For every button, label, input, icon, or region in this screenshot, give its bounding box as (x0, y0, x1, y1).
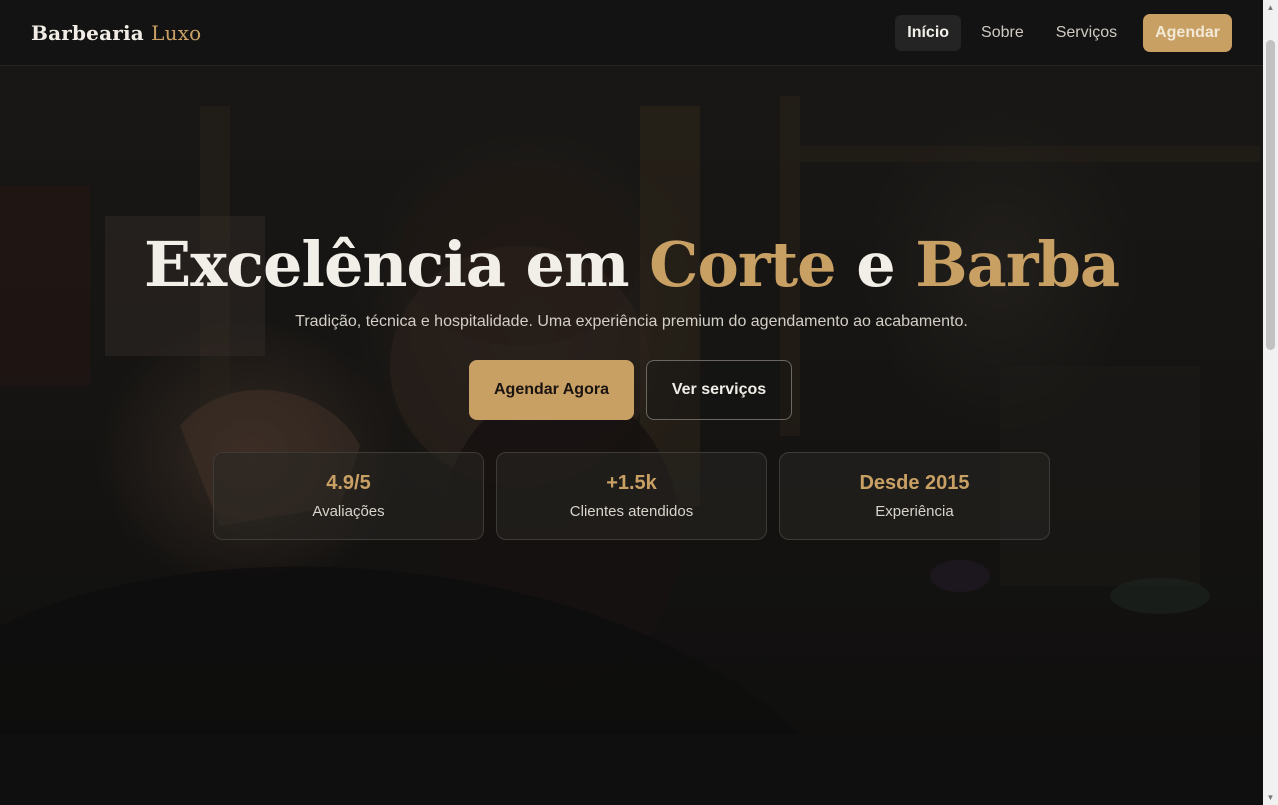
scroll-up-arrow-icon[interactable]: ▲ (1263, 0, 1278, 15)
hero-section: Excelência em Corte e Barba Tradição, té… (0, 66, 1263, 734)
headline-highlight-corte: Corte (649, 228, 836, 301)
stat-card-avaliacoes: 4.9/5 Avaliações (213, 452, 484, 540)
brand-logo[interactable]: Barbearia Luxo (31, 21, 201, 45)
stat-label: Clientes atendidos (569, 503, 694, 520)
nav-agendar-button[interactable]: Agendar (1143, 13, 1232, 52)
next-section (0, 734, 1263, 805)
nav-link-servicos[interactable]: Serviços (1044, 15, 1129, 51)
scrollbar-thumb[interactable] (1266, 40, 1275, 350)
stat-card-experiencia: Desde 2015 Experiência (779, 452, 1050, 540)
nav-link-inicio[interactable]: Início (895, 14, 962, 51)
page-scrollbar[interactable]: ▲ ▼ (1263, 0, 1278, 805)
nav-link-sobre[interactable]: Sobre (969, 15, 1036, 51)
headline-highlight-barba: Barba (915, 228, 1120, 301)
agendar-agora-button[interactable]: Agendar Agora (469, 360, 634, 420)
hero-content: Excelência em Corte e Barba Tradição, té… (0, 66, 1263, 734)
headline-part-2: e (835, 228, 916, 301)
hero-actions: Agendar Agora Ver serviços (469, 360, 792, 420)
stat-value: 4.9/5 (326, 472, 371, 494)
brand-word-1: Barbearia (31, 20, 144, 45)
site-header: Barbearia Luxo Início Sobre Serviços Age… (0, 0, 1263, 66)
stat-label: Avaliações (312, 503, 385, 520)
stat-label: Experiência (875, 503, 954, 520)
brand-word-2: Luxo (151, 20, 202, 45)
ver-servicos-button[interactable]: Ver serviços (646, 360, 792, 420)
hero-subtitle: Tradição, técnica e hospitalidade. Uma e… (295, 313, 968, 330)
hero-stats: 4.9/5 Avaliações +1.5k Clientes atendido… (213, 452, 1050, 540)
headline-part-1: Excelência em (143, 228, 650, 301)
main-nav: Início Sobre Serviços Agendar (895, 13, 1232, 52)
hero-headline: Excelência em Corte e Barba (0, 228, 1263, 301)
stat-value: +1.5k (606, 472, 657, 494)
stat-value: Desde 2015 (859, 472, 970, 494)
scroll-down-arrow-icon[interactable]: ▼ (1263, 790, 1278, 805)
stat-card-clientes: +1.5k Clientes atendidos (496, 452, 767, 540)
